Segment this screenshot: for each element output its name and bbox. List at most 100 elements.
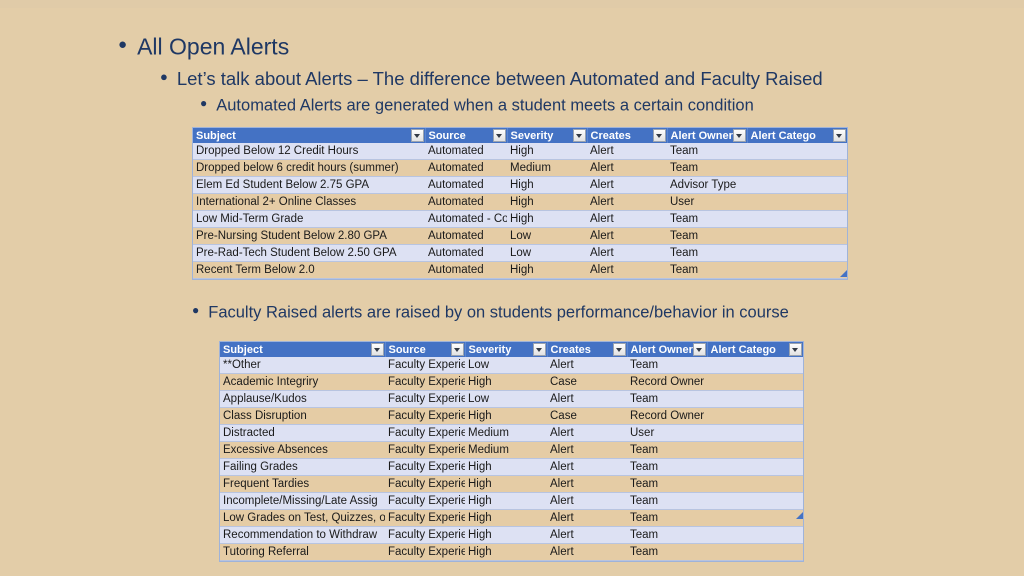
- cell-alert-owner: Team: [627, 492, 707, 510]
- table-row[interactable]: Pre-Nursing Student Below 2.80 GPA Automa…: [193, 227, 847, 245]
- column-header-alert-owner[interactable]: Alert Owner:: [667, 128, 748, 143]
- table-row[interactable]: International 2+ Online Classes Automated…: [193, 193, 847, 211]
- filter-dropdown-icon-severity[interactable]: [572, 129, 586, 142]
- table-row[interactable]: Frequent Tardies Faculty Experie High Alert…: [220, 475, 803, 493]
- column-header-alert-category[interactable]: Alert Catego: [707, 342, 803, 357]
- cell-alert-category: [747, 210, 847, 228]
- cell-creates: Alert: [547, 390, 627, 408]
- cell-alert-category: [747, 159, 847, 177]
- cell-source: Automated: [425, 143, 507, 160]
- table-row[interactable]: Incomplete/Missing/Late Assig Faculty Exp…: [220, 492, 803, 510]
- cell-subject: Tutoring Referral: [220, 543, 385, 561]
- cell-alert-owner: Team: [667, 210, 747, 228]
- faculty-raised-alerts-table-body: **Other Faculty Experie Low Alert Team Academ…: [220, 357, 803, 561]
- column-header-label: Subject: [196, 129, 236, 142]
- cell-creates: Alert: [587, 210, 667, 228]
- filter-dropdown-icon-alert-owner[interactable]: [692, 343, 706, 356]
- column-header-source[interactable]: Source: [385, 342, 466, 357]
- cell-alert-category: [747, 176, 847, 194]
- column-header-creates[interactable]: Creates: [547, 342, 628, 357]
- filter-dropdown-icon-alert-category[interactable]: [789, 343, 802, 356]
- filter-dropdown-icon-source[interactable]: [450, 343, 464, 356]
- cell-alert-category: [747, 261, 847, 279]
- cell-source: Automated: [425, 227, 507, 245]
- bullet-level1-all-open-alerts: ● All Open Alerts: [118, 33, 289, 60]
- filter-dropdown-icon-source[interactable]: [492, 129, 506, 142]
- table-row[interactable]: Academic Integriry Faculty Experie High Cas…: [220, 373, 803, 391]
- column-header-label: Subject: [223, 343, 263, 356]
- bullet-level3-automated-alerts: ● Automated Alerts are generated when a s…: [200, 96, 754, 115]
- cell-creates: Alert: [587, 193, 667, 211]
- cell-alert-owner: Team: [627, 526, 707, 544]
- cell-alert-category: [707, 458, 803, 476]
- table-row[interactable]: Excessive Absences Faculty Experie Medium A…: [220, 441, 803, 459]
- cell-subject: Dropped Below 12 Credit Hours: [193, 143, 425, 160]
- cell-subject: Frequent Tardies: [220, 475, 385, 493]
- table-row[interactable]: Low Mid-Term Grade Automated - Co High Aler…: [193, 210, 847, 228]
- bullet-dot-icon: ●: [200, 96, 208, 111]
- cell-alert-category: [707, 475, 803, 493]
- column-header-subject[interactable]: Subject: [220, 342, 386, 357]
- table-row[interactable]: Distracted Faculty Experie Medium Alert User: [220, 424, 803, 442]
- filter-dropdown-icon-creates[interactable]: [612, 343, 626, 356]
- cell-source: Faculty Experie: [385, 424, 465, 442]
- column-header-severity[interactable]: Severity: [507, 128, 588, 143]
- table-row[interactable]: Class Disruption Faculty Experie High Case R…: [220, 407, 803, 425]
- automated-alerts-table: Subject Source Severity Creates Alert Ow…: [193, 128, 847, 279]
- filter-dropdown-icon-creates[interactable]: [652, 129, 666, 142]
- cell-severity: High: [465, 458, 547, 476]
- table-row[interactable]: Applause/Kudos Faculty Experie Low Alert Tea…: [220, 390, 803, 408]
- cell-creates: Alert: [547, 441, 627, 459]
- table-row[interactable]: **Other Faculty Experie Low Alert Team: [220, 357, 803, 374]
- column-header-source[interactable]: Source: [425, 128, 508, 143]
- table-row[interactable]: Dropped below 6 credit hours (summer) Aut…: [193, 159, 847, 177]
- table-row[interactable]: Recent Term Below 2.0 Automated High Alert T…: [193, 261, 847, 279]
- cell-alert-category: [707, 492, 803, 510]
- cell-severity: Low: [507, 227, 587, 245]
- table-row[interactable]: Pre-Rad-Tech Student Below 2.50 GPA Autom…: [193, 244, 847, 262]
- cell-severity: High: [465, 509, 547, 527]
- bullet-dot-icon: ●: [192, 303, 200, 318]
- table-row[interactable]: Recommendation to Withdraw Faculty Experi…: [220, 526, 803, 544]
- cell-subject: Failing Grades: [220, 458, 385, 476]
- cell-creates: Alert: [547, 475, 627, 493]
- table-row[interactable]: Tutoring Referral Faculty Experie High Aler…: [220, 543, 803, 561]
- table-row[interactable]: Failing Grades Faculty Experie High Alert Te…: [220, 458, 803, 476]
- filter-dropdown-icon-subject[interactable]: [370, 343, 384, 356]
- bullet-level2-lets-talk-about-alerts: ● Let’s talk about Alerts – The differenc…: [160, 68, 823, 89]
- table-header-row: Subject Source Severity Creates Alert Ow…: [220, 342, 803, 357]
- bullet-text: Automated Alerts are generated when a st…: [216, 96, 754, 115]
- column-header-subject[interactable]: Subject: [193, 128, 426, 143]
- cell-alert-category: [707, 373, 803, 391]
- table-row[interactable]: Low Grades on Test, Quizzes, or Faculty E…: [220, 509, 803, 527]
- cell-severity: Low: [465, 390, 547, 408]
- cell-creates: Alert: [587, 261, 667, 279]
- cell-creates: Alert: [547, 526, 627, 544]
- cell-severity: Low: [507, 244, 587, 262]
- cell-alert-category: [707, 357, 803, 374]
- filter-dropdown-icon-alert-owner[interactable]: [732, 129, 746, 142]
- table-row[interactable]: Elem Ed Student Below 2.75 GPA Automated H…: [193, 176, 847, 194]
- cell-subject: Distracted: [220, 424, 385, 442]
- filter-dropdown-icon-subject[interactable]: [410, 129, 424, 142]
- filter-dropdown-icon-severity[interactable]: [532, 343, 546, 356]
- cell-source: Automated: [425, 261, 507, 279]
- cell-alert-owner: Advisor Type: [667, 176, 747, 194]
- cell-alert-owner: Team: [627, 543, 707, 561]
- table-row[interactable]: Dropped Below 12 Credit Hours Automated Hi…: [193, 143, 847, 160]
- cell-source: Faculty Experie: [385, 526, 465, 544]
- cell-subject: Low Mid-Term Grade: [193, 210, 425, 228]
- cell-alert-category: [707, 441, 803, 459]
- column-header-severity[interactable]: Severity: [465, 342, 548, 357]
- cell-subject: Academic Integriry: [220, 373, 385, 391]
- cell-severity: High: [507, 176, 587, 194]
- column-header-alert-category[interactable]: Alert Catego: [747, 128, 847, 143]
- column-header-creates[interactable]: Creates: [587, 128, 668, 143]
- filter-dropdown-icon-alert-category[interactable]: [833, 129, 846, 142]
- cell-source: Automated - Co: [425, 210, 507, 228]
- presentation-slide: ● All Open Alerts ● Let’s talk about Alert…: [0, 0, 1024, 576]
- column-header-alert-owner[interactable]: Alert Owner:: [627, 342, 708, 357]
- cell-subject: **Other: [220, 357, 385, 374]
- cell-alert-owner: User: [667, 193, 747, 211]
- cell-creates: Alert: [547, 357, 627, 374]
